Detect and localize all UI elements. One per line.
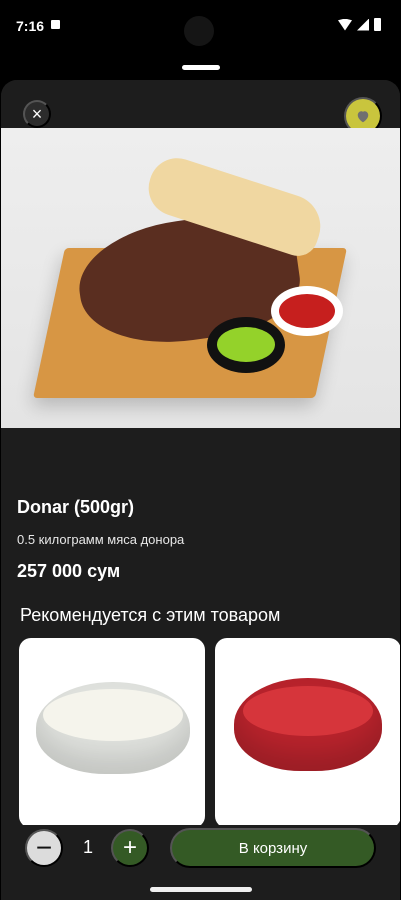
home-indicator[interactable] (150, 887, 252, 892)
product-price: 257 000 сум (17, 561, 121, 581)
recommendation-card-ketchup[interactable] (215, 638, 400, 828)
recommendations-heading: Рекомендуется с этим товаром (20, 605, 281, 625)
signal-icon (357, 18, 369, 31)
notification-icon (51, 20, 60, 29)
heart-icon (357, 110, 369, 122)
quantity-value: 1 (82, 837, 93, 857)
red-sauce-bowl (271, 286, 343, 336)
ketchup-sauce-image (243, 686, 373, 736)
add-to-cart-button[interactable]: В корзину (170, 828, 376, 868)
status-icons (338, 18, 381, 31)
mayo-sauce-image (43, 689, 183, 741)
pepper-bowl (207, 317, 285, 373)
status-time: 7:16 (16, 18, 45, 34)
product-description: 0.5 килограмм мяса донора (17, 532, 185, 547)
wifi-icon (338, 18, 352, 31)
battery-icon (374, 18, 381, 31)
bottom-action-bar: − 1 + В корзину (1, 825, 400, 900)
camera-cutout (184, 16, 214, 46)
sheet-header: × (1, 80, 400, 135)
status-bar: 7:16 (0, 0, 401, 52)
sheet-handle[interactable] (182, 65, 220, 70)
decrease-quantity-button[interactable]: − (25, 829, 63, 867)
recommendation-card-mayo[interactable] (19, 638, 205, 828)
plus-icon: + (122, 834, 137, 861)
close-icon: × (31, 103, 43, 124)
product-title: Donar (500gr) (17, 497, 135, 517)
increase-quantity-button[interactable]: + (111, 829, 149, 867)
product-image (1, 128, 400, 428)
minus-icon: − (35, 832, 53, 863)
product-sheet: × Donar (500gr) 0.5 килограмм мяса донор… (1, 80, 400, 900)
close-button[interactable]: × (23, 100, 51, 128)
